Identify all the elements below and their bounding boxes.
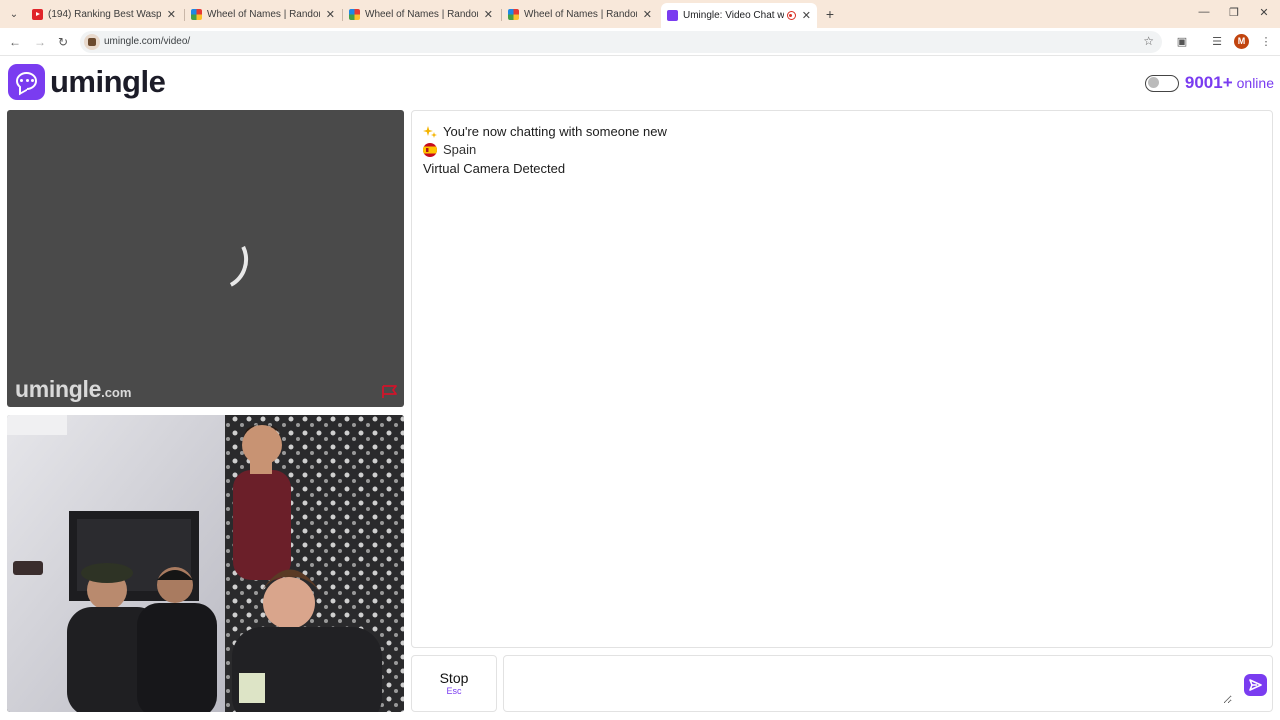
umingle-icon [667, 10, 678, 21]
umingle-logo[interactable]: umingle [8, 63, 166, 101]
tab-title: Umingle: Video Chat with St [683, 10, 784, 21]
stop-button[interactable]: Stop Esc [411, 655, 497, 712]
dark-mode-toggle[interactable] [1144, 74, 1179, 92]
tab-title: Wheel of Names | Random nam [207, 8, 320, 20]
chat-message-text: Spain [443, 142, 477, 157]
sparkles-icon [423, 125, 437, 138]
watermark-tld: .com [101, 385, 132, 400]
restore-icon[interactable]: ❐ [1226, 6, 1242, 19]
self-camera-video [7, 415, 404, 712]
stranger-video: umingle .com [7, 110, 404, 407]
chat-message-text: Virtual Camera Detected [423, 161, 566, 176]
browser-tab-active[interactable]: Umingle: Video Chat with St ✕ [661, 3, 817, 28]
reload-icon[interactable]: ↻ [55, 34, 71, 50]
stop-label: Stop [439, 670, 469, 686]
logo-text: umingle [50, 64, 166, 99]
wheel-icon [349, 8, 360, 20]
wheel-icon [508, 8, 519, 20]
address-bar[interactable]: umingle.com/video/ ☆ [80, 31, 1162, 53]
close-tab-icon[interactable]: ✕ [484, 8, 493, 21]
browser-toolbar: ← → ↻ umingle.com/video/ ☆ ▣ ☰ ⋮ [0, 28, 1280, 56]
site-info-icon[interactable] [84, 34, 100, 50]
new-tab-button[interactable]: + [822, 6, 838, 22]
chat-message: You're now chatting with someone new [423, 124, 667, 139]
extensions-icon[interactable]: ▣ [1174, 34, 1190, 50]
wheel-icon [191, 8, 202, 20]
minimize-icon[interactable]: — [1196, 6, 1212, 18]
stop-shortcut-hint: Esc [446, 686, 462, 696]
online-label: online [1236, 75, 1274, 91]
camera-feed-image [7, 415, 404, 712]
spain-flag-icon [423, 142, 437, 157]
chat-message-text: You're now chatting with someone new [443, 124, 667, 139]
browser-tab[interactable]: (194) Ranking Best Wasp Nest ✕ [26, 3, 182, 25]
report-flag-icon[interactable] [381, 385, 398, 399]
tab-title: (194) Ranking Best Wasp Nest [48, 8, 161, 20]
close-tab-icon[interactable]: ✕ [643, 8, 652, 21]
tab-title: Wheel of Names | Random nam [365, 8, 478, 20]
menu-kebab-icon[interactable]: ⋮ [1258, 34, 1274, 50]
video-watermark: umingle .com [15, 376, 131, 403]
send-arrow-icon [1249, 679, 1262, 691]
browser-tab[interactable]: Wheel of Names | Random nam ✕ [343, 3, 499, 25]
online-status: 9001+ online [1144, 72, 1274, 94]
url-text[interactable]: umingle.com/video/ [104, 36, 190, 47]
bookmark-star-icon[interactable]: ☆ [1143, 34, 1154, 48]
tab-title: Wheel of Names | Random nam [524, 8, 637, 20]
online-count: 9001+ [1184, 73, 1233, 92]
message-composer [503, 655, 1273, 712]
send-button[interactable] [1244, 674, 1267, 696]
recording-icon [786, 11, 796, 20]
message-input[interactable] [512, 664, 1232, 704]
watermark-text: umingle [15, 376, 102, 402]
tab-search-chevron-icon[interactable]: ⌄ [6, 6, 22, 22]
browser-tab[interactable]: Wheel of Names | Random nam ✕ [502, 3, 658, 25]
forward-icon[interactable]: → [32, 34, 48, 50]
browser-tab[interactable]: Wheel of Names | Random nam ✕ [185, 3, 341, 25]
loading-spinner-icon [182, 222, 256, 298]
reading-list-icon[interactable]: ☰ [1209, 34, 1225, 50]
close-window-icon[interactable]: ✕ [1256, 6, 1272, 19]
chat-message: Virtual Camera Detected [423, 161, 565, 176]
browser-tab-bar: ⌄ (194) Ranking Best Wasp Nest ✕ Wheel o… [0, 0, 1280, 28]
chat-message: Spain [423, 142, 476, 157]
close-tab-icon[interactable]: ✕ [802, 9, 811, 22]
chat-bubble-icon [8, 64, 45, 100]
profile-avatar[interactable]: M [1234, 34, 1249, 49]
close-tab-icon[interactable]: ✕ [326, 8, 335, 21]
chat-log: You're now chatting with someone new Spa… [411, 110, 1273, 648]
youtube-icon [32, 8, 43, 20]
back-icon[interactable]: ← [7, 34, 23, 50]
close-tab-icon[interactable]: ✕ [167, 8, 176, 21]
